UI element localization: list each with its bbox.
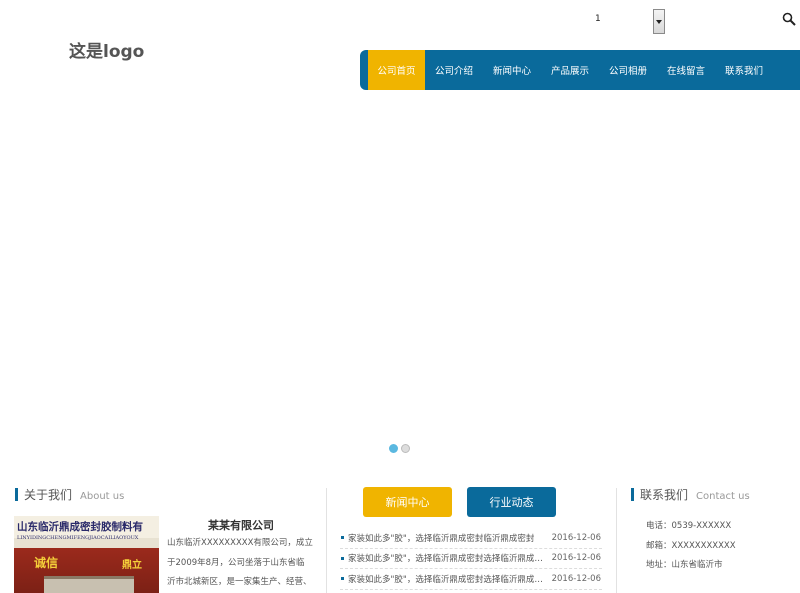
search-icon[interactable] <box>782 12 796 26</box>
about-title-en: About us <box>80 491 125 502</box>
bullet-icon <box>341 536 344 540</box>
list-item[interactable]: 家装如此多"胶"，选择临沂鼎成密封选择临沂鼎成密封 2016-12-06 <box>340 569 602 590</box>
about-image[interactable]: 山东临沂鼎成密封胶制料有 LINYIDINGCHENGMIFENGJIAOCAI… <box>14 516 159 593</box>
site-logo[interactable]: 这是logo <box>69 37 144 62</box>
tab-industry-news[interactable]: 行业动态 <box>467 487 556 517</box>
slider-dot-2[interactable] <box>401 444 410 453</box>
nav-item-message[interactable]: 在线留言 <box>657 50 715 90</box>
contact-phone: 电话：0539-XXXXXX <box>646 521 732 531</box>
title-accent-bar <box>15 488 18 501</box>
news-title[interactable]: 家装如此多"胶"，选择临沂鼎成密封选择临沂鼎成密封 <box>348 552 548 564</box>
slider-pagination <box>389 444 410 453</box>
news-date: 2016-12-06 <box>551 553 601 564</box>
image-subtext: LINYIDINGCHENGMIFENGJIAOCAILIAOYOUX <box>17 535 139 541</box>
image-sign-right: 鼎立 <box>122 560 142 571</box>
news-title[interactable]: 家装如此多"胶"，选择临沂鼎成密封临沂鼎成密封 <box>348 532 548 544</box>
contact-info: 电话：0539-XXXXXX 邮箱：XXXXXXXXXXX 地址：山东省临沂市 <box>646 517 736 576</box>
section-divider <box>616 488 617 593</box>
page-select[interactable]: 1 <box>591 9 665 34</box>
news-list: 家装如此多"胶"，选择临沂鼎成密封临沂鼎成密封 2016-12-06 家装如此多… <box>340 528 602 590</box>
nav-item-about[interactable]: 公司介绍 <box>425 50 483 90</box>
slider-dot-1[interactable] <box>389 444 398 453</box>
page-select-value: 1 <box>595 14 601 24</box>
contact-title-en: Contact us <box>696 491 750 502</box>
chevron-down-icon[interactable] <box>653 9 665 34</box>
contact-section-title: 联系我们 Contact us <box>631 486 750 503</box>
title-accent-bar <box>631 488 634 501</box>
nav-item-album[interactable]: 公司相册 <box>599 50 657 90</box>
contact-address: 地址：山东省临沂市 <box>646 560 723 570</box>
image-gate <box>44 576 134 593</box>
bullet-icon <box>341 577 344 581</box>
company-description: 山东临沂XXXXXXXXX有限公司，成立于2009年8月，公司坐落于山东省临沂市… <box>167 538 313 587</box>
nav-item-contact[interactable]: 联系我们 <box>715 50 773 90</box>
about-section-title: 关于我们 About us <box>15 486 124 503</box>
nav-item-home[interactable]: 公司首页 <box>368 50 425 90</box>
section-divider <box>326 488 327 593</box>
main-nav: 公司首页 公司介绍 新闻中心 产品展示 公司相册 在线留言 联系我们 <box>360 50 800 90</box>
company-name: 某某有限公司 <box>208 519 274 532</box>
news-date: 2016-12-06 <box>551 532 601 543</box>
image-sign-left: 诚信 <box>34 556 59 570</box>
contact-title: 联系我们 <box>640 488 689 502</box>
nav-item-products[interactable]: 产品展示 <box>541 50 599 90</box>
nav-item-news[interactable]: 新闻中心 <box>483 50 541 90</box>
list-item[interactable]: 家装如此多"胶"，选择临沂鼎成密封临沂鼎成密封 2016-12-06 <box>340 528 602 549</box>
about-title: 关于我们 <box>24 488 73 502</box>
contact-email: 邮箱：XXXXXXXXXXX <box>646 540 736 551</box>
news-title[interactable]: 家装如此多"胶"，选择临沂鼎成密封选择临沂鼎成密封 <box>348 573 548 585</box>
list-item[interactable]: 家装如此多"胶"，选择临沂鼎成密封选择临沂鼎成密封 2016-12-06 <box>340 549 602 569</box>
bullet-icon <box>341 556 344 560</box>
image-text: 山东临沂鼎成密封胶制料有 <box>17 521 143 533</box>
tab-news-center[interactable]: 新闻中心 <box>363 487 452 517</box>
news-date: 2016-12-06 <box>551 573 601 584</box>
